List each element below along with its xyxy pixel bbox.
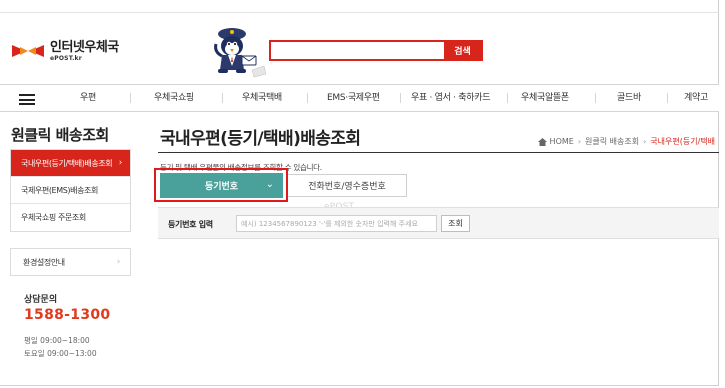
gnb-item-parcel[interactable]: 우체국택배 xyxy=(242,85,282,111)
hours-saturday: 토요일 09:00~13:00 xyxy=(24,349,97,358)
top-divider xyxy=(0,12,719,13)
environment-settings-label: 환경설정안내 xyxy=(23,257,65,267)
home-icon xyxy=(537,137,547,146)
environment-settings-link[interactable]: 환경설정안내 › xyxy=(10,248,131,276)
gnb-item-mail[interactable]: 우편 xyxy=(80,85,96,111)
gnb-item-goldbar[interactable]: 골드바 xyxy=(617,85,641,111)
gnb-separator xyxy=(222,93,223,103)
gnb-item-shopping[interactable]: 우체국쇼핑 xyxy=(154,85,194,111)
contact-phone: 1588-1300 xyxy=(24,307,111,323)
gnb-separator xyxy=(130,93,131,103)
tracking-number-input[interactable] xyxy=(236,215,437,232)
logo-text: 인터넷우체국 ePOST.kr xyxy=(50,41,119,62)
gnb-separator xyxy=(595,93,596,103)
breadcrumb-current: 국내우편(등기/택배 xyxy=(650,137,715,146)
page-title: 국내우편(등기/택배)배송조회 xyxy=(160,129,361,149)
epost-logo[interactable]: 인터넷우체국 ePOST.kr xyxy=(10,39,119,63)
chevron-right-icon: › xyxy=(116,257,121,267)
sidebar-item-shopping-order[interactable]: 우체국쇼핑 주문조회 xyxy=(11,204,130,231)
chevron-right-icon: › xyxy=(577,137,582,146)
epost-logo-icon xyxy=(12,45,44,57)
sidebar-item-label: 우체국쇼핑 주문조회 xyxy=(21,213,86,222)
contact-hours: 평일 09:00~18:00 토요일 09:00~13:00 xyxy=(24,334,97,360)
breadcrumb-home[interactable]: HOME xyxy=(550,137,574,146)
chevron-right-icon: › xyxy=(643,137,647,146)
gnb-separator xyxy=(667,93,668,103)
lookup-button[interactable]: 조회 xyxy=(441,215,470,232)
gnb-separator xyxy=(400,93,401,103)
gnb-item-stamps[interactable]: 우표 · 엽서 · 축하카드 xyxy=(411,85,491,111)
sidebar-menu: 국내우편(등기/택배)배송조회 › 국제우편(EMS)배송조회 우체국쇼핑 주문… xyxy=(10,149,131,232)
sidebar-item-ems[interactable]: 국제우편(EMS)배송조회 xyxy=(11,177,130,204)
logo-subtitle: ePOST.kr xyxy=(50,54,82,62)
sidebar-item-label: 국제우편(EMS)배송조회 xyxy=(21,185,98,195)
sidebar-item-domestic[interactable]: 국내우편(등기/택배)배송조회 › xyxy=(11,150,130,177)
hamburger-menu-icon[interactable] xyxy=(19,94,35,105)
gnb-item-mobile[interactable]: 우체국알뜰폰 xyxy=(521,85,569,111)
search-input[interactable] xyxy=(271,42,444,59)
highlight-annotation xyxy=(154,168,288,202)
tracking-form: 등기번호 입력 조회 xyxy=(158,207,719,239)
main-navigation: 우편 우체국쇼핑 우체국택배 EMS·국제우편 우표 · 엽서 · 축하카드 우… xyxy=(0,84,719,112)
sidebar-title: 원클릭 배송조회 xyxy=(11,126,109,144)
chevron-right-icon: › xyxy=(118,158,123,168)
gnb-item-ems[interactable]: EMS·국제우편 xyxy=(327,85,380,111)
hours-weekday: 평일 09:00~18:00 xyxy=(24,336,90,345)
title-divider xyxy=(158,152,719,153)
mascot-illustration xyxy=(214,28,267,78)
logo-title: 인터넷우체국 xyxy=(50,39,119,55)
tracking-number-label: 등기번호 입력 xyxy=(168,220,213,229)
gnb-item-contract[interactable]: 계약고 xyxy=(684,85,718,111)
breadcrumb: HOME › 원클릭 배송조회 › 국내우편(등기/택배 xyxy=(537,136,715,147)
breadcrumb-oneclick[interactable]: 원클릭 배송조회 xyxy=(585,136,639,147)
tab-phone-receipt[interactable]: 전화번호/영수증번호 xyxy=(287,174,407,197)
search-button[interactable]: 검색 xyxy=(444,42,481,59)
search-box: 검색 xyxy=(269,40,483,61)
gnb-separator xyxy=(507,93,508,103)
contact-title: 상담문의 xyxy=(24,295,58,305)
gnb-separator xyxy=(307,93,308,103)
sidebar-item-label: 국내우편(등기/택배)배송조회 xyxy=(21,158,113,168)
